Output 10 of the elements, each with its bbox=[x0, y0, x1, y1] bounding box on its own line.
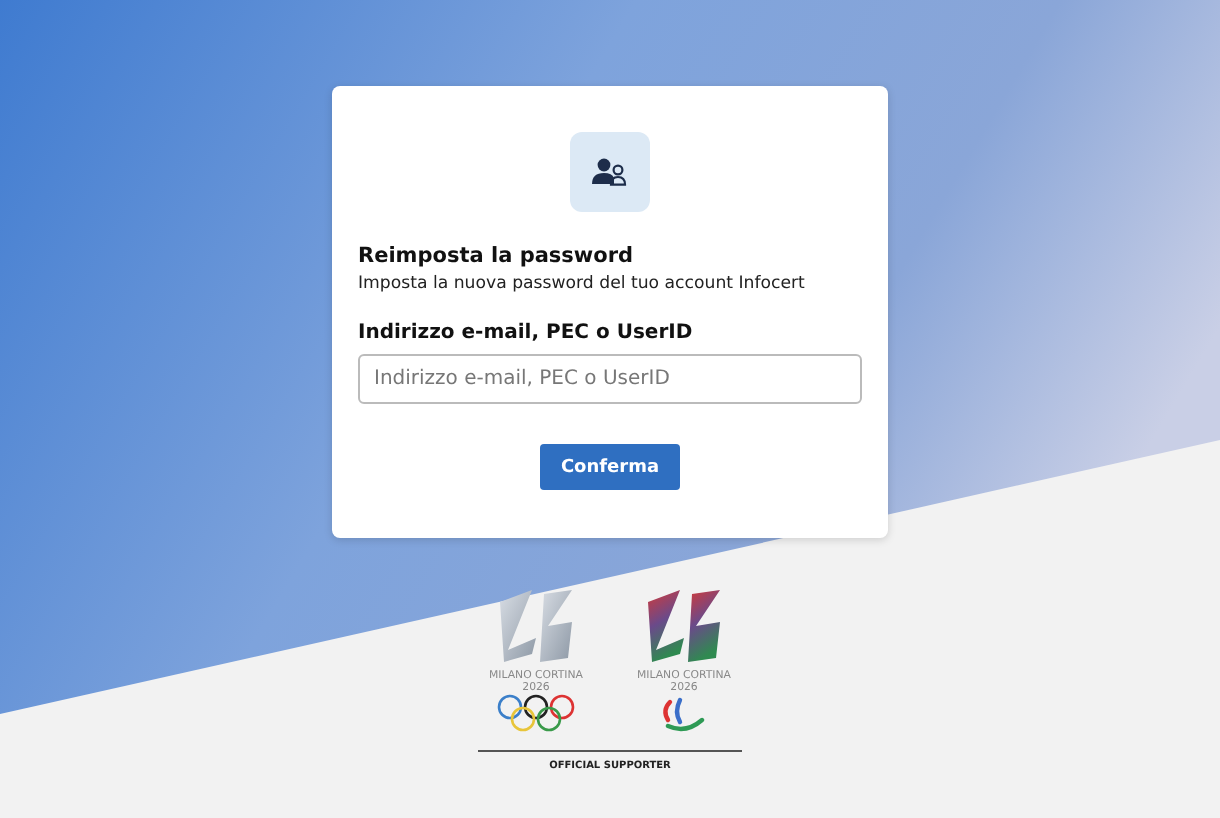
card-subtitle: Imposta la nuova password del tuo account Infocert bbox=[358, 274, 807, 294]
agitos-icon bbox=[658, 694, 710, 734]
olympic-rings-icon bbox=[494, 694, 578, 734]
confirm-button[interactable]: Conferma bbox=[540, 444, 680, 490]
logo-mark-drawing bbox=[496, 586, 576, 666]
logo-mark-drawing bbox=[644, 586, 724, 666]
field-label: Indirizzo e-mail, PEC o UserID bbox=[358, 322, 695, 344]
user-reset-icon bbox=[570, 132, 650, 212]
card-title: Reimposta la password bbox=[358, 244, 636, 268]
email-input-field[interactable]: Indirizzo e-mail, PEC o UserID bbox=[358, 354, 862, 404]
